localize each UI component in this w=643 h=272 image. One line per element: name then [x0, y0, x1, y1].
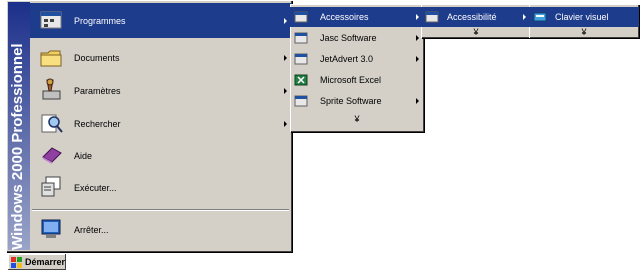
menu-item-label: Microsoft Excel: [320, 75, 382, 85]
programs-item-sprite[interactable]: Sprite Software: [290, 91, 424, 111]
start-item-run[interactable]: Exécuter...: [30, 170, 292, 205]
programs-item-excel[interactable]: Microsoft Excel: [290, 70, 424, 90]
submenu-arrow-icon: [416, 98, 419, 104]
submenu-arrow-icon: [416, 56, 419, 62]
search-icon: [41, 114, 63, 133]
start-item-label: Exécuter...: [74, 182, 117, 193]
submenu-arrow-icon: [416, 14, 419, 20]
programs-menu: Accessoires Jasc Software JetAdvert 3.0 …: [290, 4, 424, 132]
menu-separator: [32, 209, 289, 211]
program-group-icon: [425, 11, 439, 23]
menu-item-label: Accessoires: [320, 12, 369, 22]
submenu-arrow-icon: [284, 87, 287, 94]
programs-icon: [40, 11, 62, 29]
start-item-label: Arrêter...: [74, 224, 109, 235]
program-group-icon: [294, 95, 308, 107]
start-item-shutdown[interactable]: Arrêter...: [30, 212, 292, 247]
accessories-menu: Accessibilité ¥: [421, 4, 531, 38]
start-item-programs[interactable]: Programmes: [30, 3, 292, 38]
menu-item-label: JetAdvert 3.0: [320, 54, 374, 64]
start-button[interactable]: Démarrer: [8, 254, 66, 270]
programs-item-jasc[interactable]: Jasc Software: [290, 28, 424, 48]
run-icon: [41, 176, 61, 197]
programs-item-accessories[interactable]: Accessoires: [290, 7, 424, 27]
start-item-settings[interactable]: Paramètres: [30, 73, 292, 108]
programs-item-jetadvert[interactable]: JetAdvert 3.0: [290, 49, 424, 69]
submenu-arrow-icon: [416, 35, 419, 41]
program-group-icon: [294, 11, 308, 23]
start-item-search[interactable]: Rechercher: [30, 106, 292, 141]
submenu-arrow-icon: [523, 14, 526, 20]
start-item-documents[interactable]: Documents: [30, 40, 292, 75]
menu-item-label: Sprite Software: [320, 96, 382, 106]
menu-item-label: Jasc Software: [320, 33, 377, 43]
help-icon: [42, 147, 62, 164]
expand-more-icon[interactable]: ¥: [529, 27, 639, 37]
windows-logo-icon: [11, 256, 22, 268]
submenu-arrow-icon: [284, 54, 287, 61]
settings-icon: [42, 78, 61, 100]
expand-more-icon[interactable]: ¥: [290, 114, 424, 124]
windows-banner: Windows 2000 Professionnel: [8, 2, 30, 250]
accessibility-menu: Clavier visuel ¥: [529, 4, 639, 38]
shutdown-icon: [41, 219, 61, 238]
start-item-label: Rechercher: [74, 118, 121, 129]
program-group-icon: [294, 32, 308, 44]
menu-item-label: Accessibilité: [447, 12, 497, 22]
submenu-arrow-icon: [284, 120, 287, 127]
menu-item-label: Clavier visuel: [555, 12, 609, 22]
start-item-label: Aide: [74, 150, 93, 161]
windows-banner-text: Windows 2000 Professionnel: [9, 43, 26, 250]
program-group-icon: [294, 53, 308, 65]
start-item-label: Documents: [74, 52, 120, 63]
folder-icon: [40, 50, 62, 67]
start-item-label: Programmes: [74, 15, 126, 26]
start-button-label: Démarrer: [25, 257, 66, 267]
start-item-label: Paramètres: [74, 85, 121, 96]
expand-more-icon[interactable]: ¥: [421, 27, 531, 37]
accessibility-item-onscreen-keyboard[interactable]: Clavier visuel: [529, 7, 639, 27]
excel-icon: [294, 74, 308, 86]
keyboard-icon: [533, 12, 547, 22]
accessories-item-accessibility[interactable]: Accessibilité: [421, 7, 531, 27]
start-menu: Windows 2000 Professionnel Programmes Do…: [6, 0, 292, 252]
start-item-help[interactable]: Aide: [30, 138, 292, 173]
submenu-arrow-icon: [284, 17, 287, 24]
